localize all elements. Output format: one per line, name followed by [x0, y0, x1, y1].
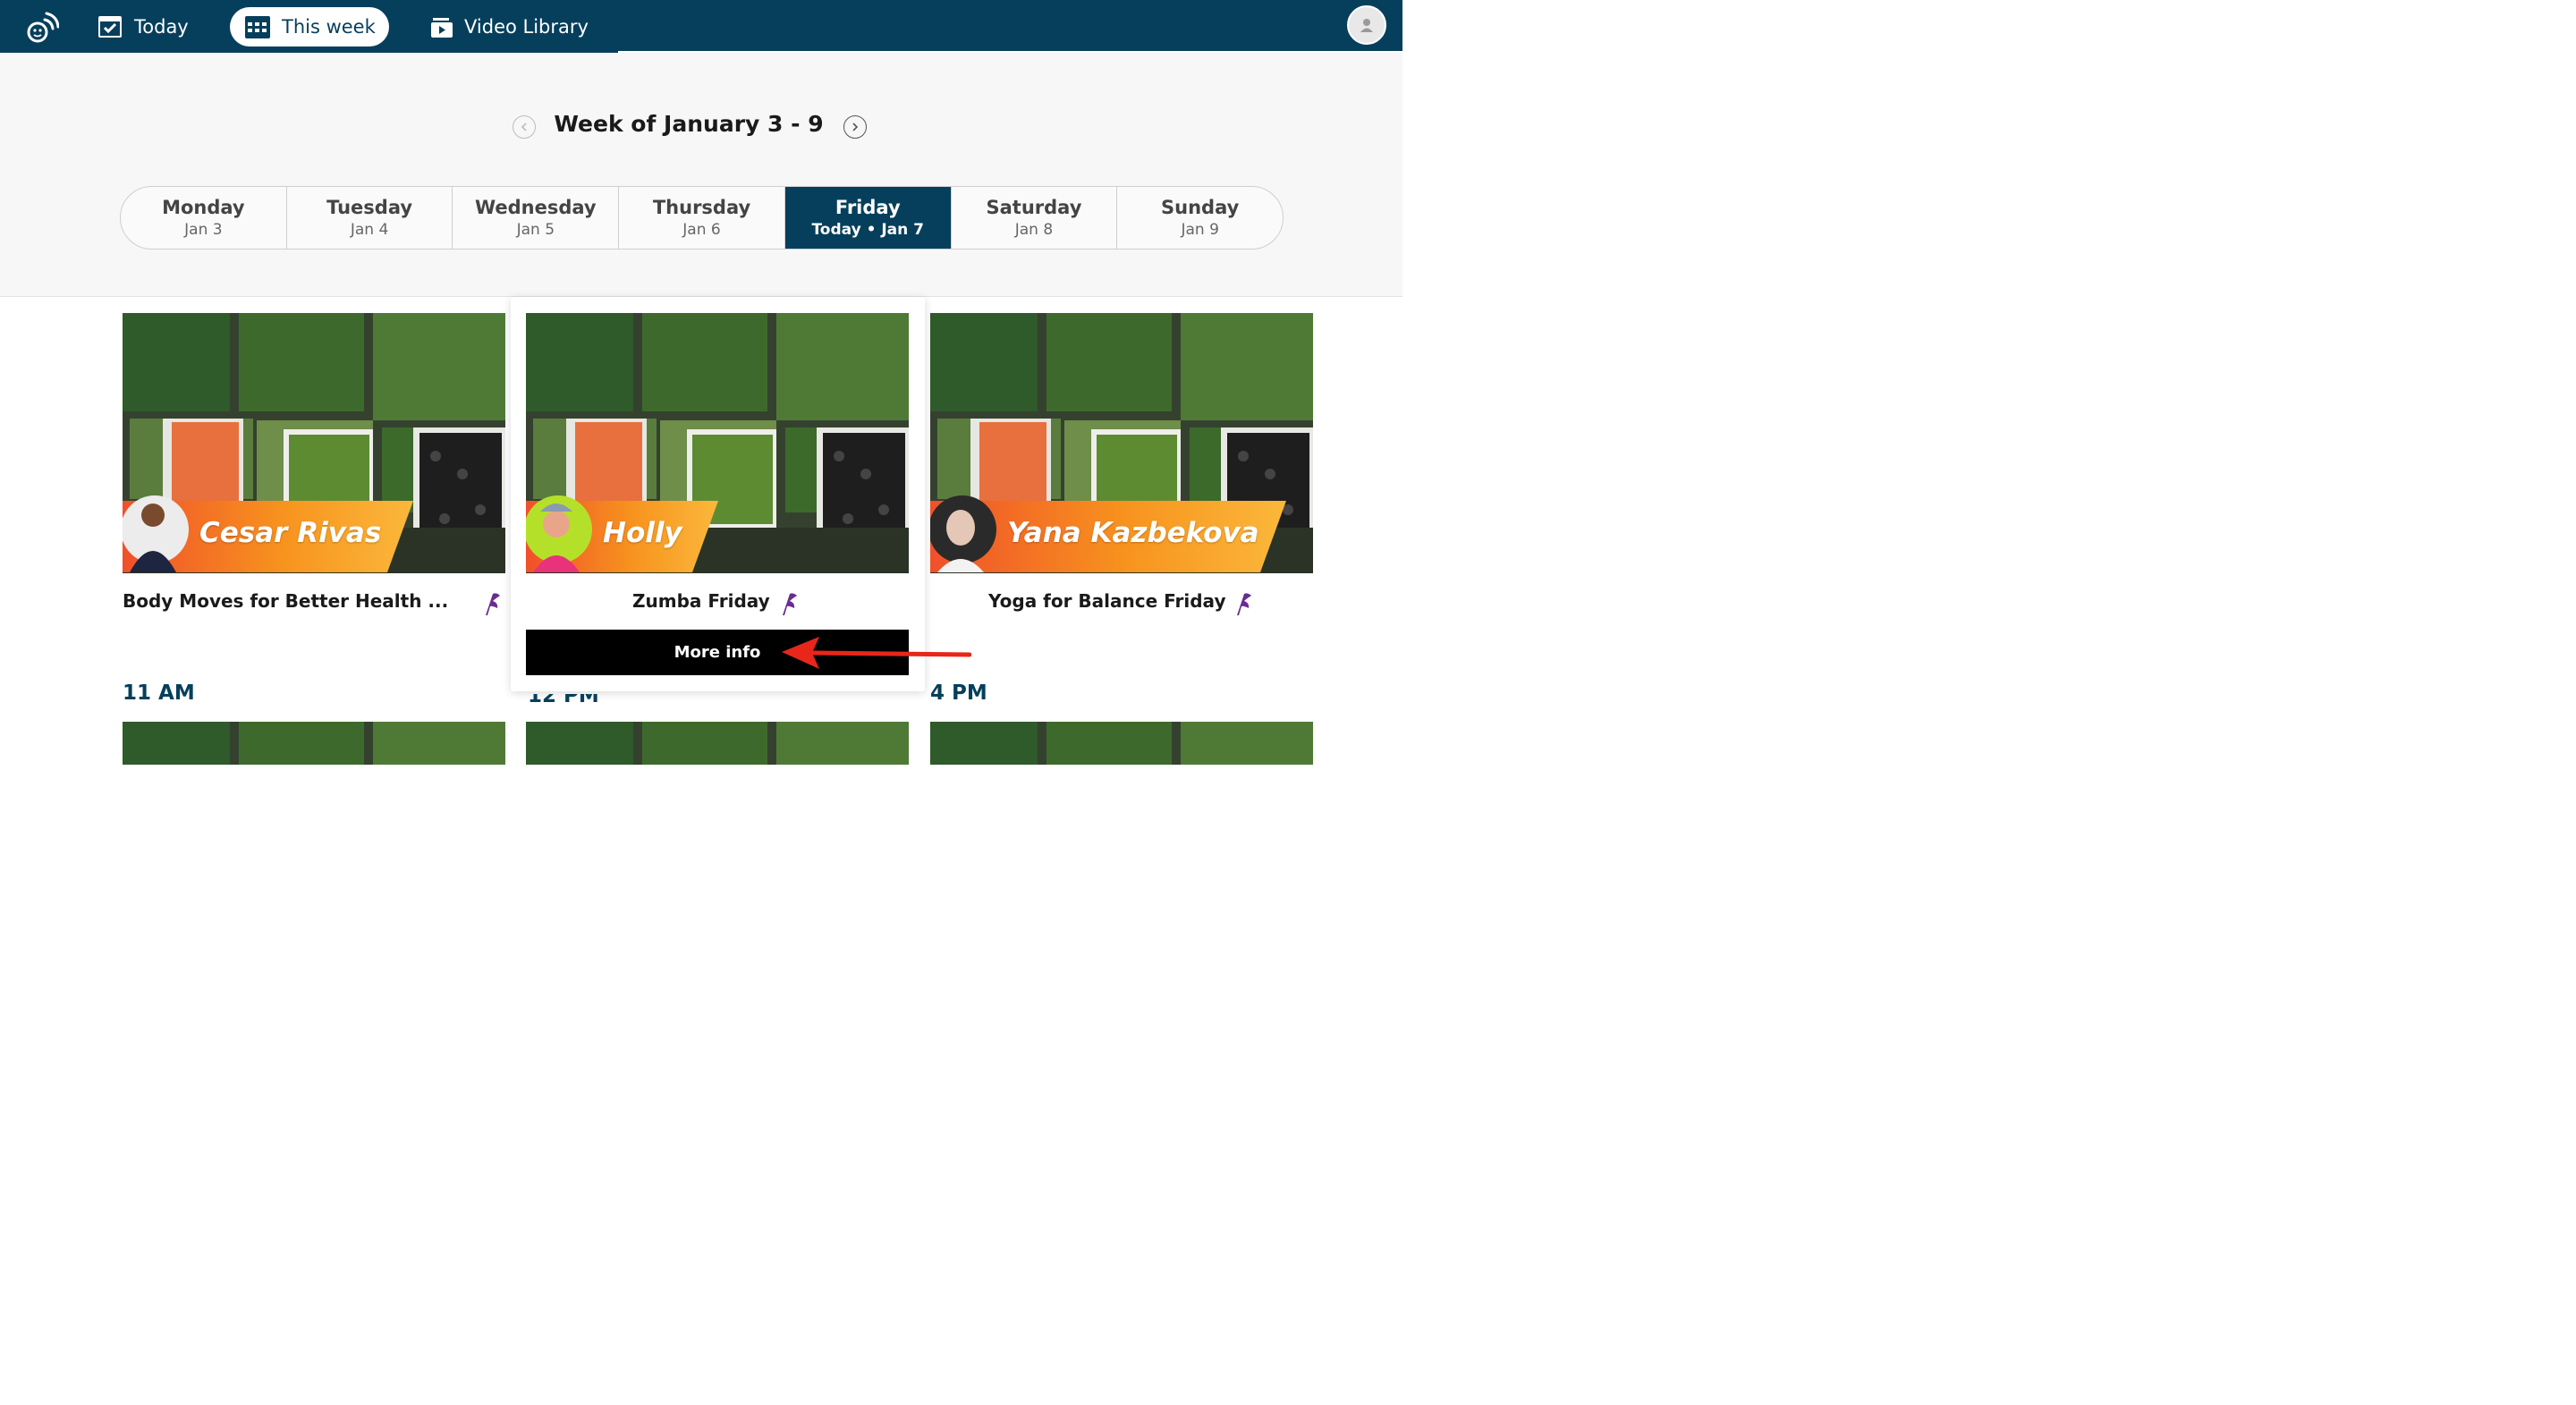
nav-video-library[interactable]: Video Library: [430, 7, 589, 47]
chevron-right-icon: [852, 123, 859, 131]
calendar-check-icon: [98, 16, 122, 38]
day-tab-wednesday[interactable]: Wednesday Jan 5: [453, 187, 620, 249]
day-tab-monday[interactable]: Monday Jan 3: [121, 187, 287, 249]
day-tab-friday[interactable]: Friday Today • Jan 7: [784, 187, 952, 249]
chevron-left-icon: [521, 123, 527, 131]
class-thumbnail[interactable]: Holly: [526, 313, 909, 573]
day-tab-sunday[interactable]: Sunday Jan 9: [1117, 187, 1283, 249]
day-date: Jan 9: [1181, 221, 1219, 239]
nav-library-label: Video Library: [464, 16, 589, 38]
day-tab-tuesday[interactable]: Tuesday Jan 4: [287, 187, 453, 249]
intensity-flag-icon: [486, 593, 500, 615]
class-title[interactable]: Yoga for Balance Friday: [988, 590, 1225, 612]
class-title-text: Zumba Friday: [632, 590, 770, 612]
vegetables-image: [526, 313, 909, 573]
top-nav-bar: Today This week Video Library: [0, 0, 1402, 53]
day-tab-saturday[interactable]: Saturday Jan 8: [952, 187, 1118, 249]
day-date: Jan 3: [184, 221, 223, 239]
class-title-text: Yoga for Balance Friday: [988, 590, 1226, 612]
video-library-icon: [431, 18, 453, 38]
day-date: Jan 4: [350, 221, 389, 239]
host-photo: [141, 504, 165, 527]
annotation-arrow-icon: [782, 637, 971, 669]
class-thumbnail[interactable]: [930, 722, 1313, 765]
nav-today[interactable]: Today: [97, 7, 189, 47]
class-thumbnail[interactable]: [526, 722, 909, 765]
host-photo: [946, 510, 975, 546]
nav-today-label: Today: [134, 16, 189, 38]
class-thumbnail[interactable]: [123, 722, 505, 765]
nav-this-week[interactable]: This week: [230, 7, 389, 47]
class-title[interactable]: Body Moves for Better Health ...: [123, 590, 448, 612]
app-logo-icon[interactable]: [25, 11, 59, 45]
host-name: Cesar Rivas: [199, 517, 382, 549]
class-title-text: Body Moves for Better Health ...: [123, 590, 449, 612]
day-tab-thursday[interactable]: Thursday Jan 6: [619, 187, 785, 249]
nav-week-label: This week: [282, 16, 376, 38]
day-name: Wednesday: [474, 197, 597, 218]
week-title: Week of January 3 - 9: [554, 111, 824, 137]
host-photo: [543, 511, 570, 537]
day-name: Friday: [835, 197, 901, 218]
day-date: Jan 8: [1014, 221, 1054, 239]
day-name: Sunday: [1161, 197, 1240, 218]
class-title[interactable]: Zumba Friday: [632, 590, 770, 612]
host-name: Yana Kazbekova: [1007, 517, 1259, 549]
day-date: Today • Jan 7: [811, 221, 925, 239]
host-name: Holly: [603, 517, 682, 549]
day-name: Saturday: [986, 197, 1082, 218]
time-slot-label: 11 AM: [123, 681, 195, 705]
user-avatar[interactable]: [1347, 5, 1386, 45]
class-thumbnail[interactable]: Cesar Rivas: [123, 313, 505, 573]
class-thumbnail[interactable]: Yana Kazbekova: [930, 313, 1313, 573]
intensity-flag-icon: [1237, 593, 1251, 615]
next-week-button[interactable]: [843, 115, 867, 139]
user-icon: [1360, 19, 1373, 32]
day-tabs: Monday Jan 3 Tuesday Jan 4 Wednesday Jan…: [120, 186, 1284, 250]
previous-week-button[interactable]: [513, 115, 536, 139]
day-date: Jan 5: [516, 221, 555, 239]
day-name: Tuesday: [326, 197, 413, 218]
calendar-grid-icon: [245, 16, 270, 38]
day-name: Monday: [162, 197, 245, 218]
week-selector-area: [0, 53, 1402, 297]
day-name: Thursday: [652, 197, 751, 218]
day-date: Jan 6: [682, 221, 721, 239]
intensity-flag-icon: [783, 593, 797, 615]
time-slot-label: 4 PM: [930, 681, 987, 705]
